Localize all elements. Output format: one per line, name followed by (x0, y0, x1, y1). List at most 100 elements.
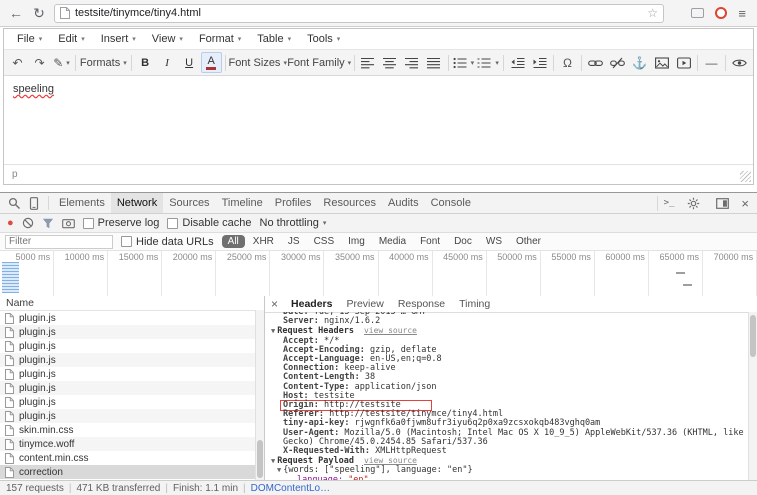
devtools-tab-audits[interactable]: Audits (382, 193, 425, 213)
devtools-tab-resources[interactable]: Resources (317, 193, 382, 213)
menu-item-view[interactable]: View▾ (144, 31, 191, 47)
console-drawer-icon[interactable]: >_ (664, 198, 675, 208)
link-button[interactable] (585, 52, 606, 73)
devtools-tab-console[interactable]: Console (425, 193, 477, 213)
request-row[interactable]: plugin.js (0, 353, 264, 367)
name-column-header[interactable]: Name (0, 296, 264, 311)
request-row[interactable]: plugin.js (0, 325, 264, 339)
requests-scrollbar[interactable] (255, 310, 264, 480)
devtools-tab-elements[interactable]: Elements (53, 193, 111, 213)
bullet-list-button[interactable]: ▾ (452, 52, 476, 73)
request-row[interactable]: plugin.js (0, 311, 264, 325)
anchor-button[interactable]: ⚓ (629, 52, 650, 73)
view-source-link[interactable]: view source (364, 456, 417, 465)
numbered-list-button[interactable]: ▾ (476, 52, 500, 73)
italic-button[interactable]: I (157, 52, 178, 73)
devtools-tab-sources[interactable]: Sources (163, 193, 215, 213)
charmap-button[interactable]: Ω (557, 52, 578, 73)
request-row[interactable]: plugin.js (0, 339, 264, 353)
details-tab-response[interactable]: Response (391, 296, 452, 312)
menu-item-format[interactable]: Format▾ (191, 31, 249, 47)
request-row[interactable]: plugin.js (0, 409, 264, 423)
filter-pill-xhr[interactable]: XHR (247, 235, 280, 248)
preserve-log-checkbox[interactable]: Preserve log (83, 217, 160, 229)
disable-cache-checkbox[interactable]: Disable cache (167, 217, 251, 229)
font-sizes-dropdown[interactable]: Font Sizes▾ (229, 52, 287, 73)
hide-data-urls-checkbox[interactable]: Hide data URLs (121, 236, 214, 248)
media-button[interactable] (673, 52, 694, 73)
details-tab-timing[interactable]: Timing (452, 296, 497, 312)
filter-pill-doc[interactable]: Doc (448, 235, 478, 248)
text-color-button[interactable]: A (201, 52, 222, 73)
bold-button[interactable]: B (135, 52, 156, 73)
inspect-element-icon[interactable] (4, 197, 24, 210)
timeline-overview[interactable]: 5000 ms10000 ms15000 ms20000 ms25000 ms3… (0, 251, 757, 297)
request-row[interactable]: tinymce.woff (0, 437, 264, 451)
filter-input[interactable] (5, 235, 113, 249)
underline-button[interactable]: U (179, 52, 200, 73)
menu-item-tools[interactable]: Tools▾ (299, 31, 348, 47)
undo-button[interactable]: ↶ (7, 52, 28, 73)
back-icon[interactable]: ← (8, 5, 24, 21)
close-devtools-icon[interactable]: × (741, 196, 749, 211)
close-details-icon[interactable]: × (265, 297, 284, 311)
devtools-tab-profiles[interactable]: Profiles (269, 193, 318, 213)
element-path[interactable]: p (12, 169, 18, 180)
filter-pill-all[interactable]: All (222, 235, 245, 248)
request-row[interactable]: plugin.js (0, 367, 264, 381)
image-button[interactable] (651, 52, 672, 73)
horizontal-rule-button[interactable]: — (701, 52, 722, 73)
filter-pill-other[interactable]: Other (510, 235, 547, 248)
font-family-dropdown[interactable]: Font Family▾ (288, 52, 351, 73)
editor-content-area[interactable]: speeling (4, 76, 753, 164)
request-row[interactable]: plugin.js (0, 395, 264, 409)
scrollbar-thumb[interactable] (257, 440, 263, 478)
paste-options-button[interactable]: ✎▾ (51, 52, 72, 73)
formats-dropdown[interactable]: Formats▾ (79, 52, 128, 73)
align-center-button[interactable] (380, 52, 401, 73)
devtools-tab-timeline[interactable]: Timeline (216, 193, 269, 213)
throttling-dropdown[interactable]: No throttling▾ (260, 217, 327, 229)
devtools-tab-network[interactable]: Network (111, 193, 163, 213)
unlink-button[interactable] (607, 52, 628, 73)
filter-pill-ws[interactable]: WS (480, 235, 508, 248)
view-source-link[interactable]: view source (364, 326, 417, 335)
misspelled-word[interactable]: speeling (13, 83, 54, 95)
record-extension-icon[interactable] (715, 7, 727, 19)
align-justify-button[interactable] (424, 52, 445, 73)
menu-item-file[interactable]: File▾ (9, 31, 50, 47)
menu-item-edit[interactable]: Edit▾ (50, 31, 92, 47)
camera-icon[interactable] (62, 218, 75, 229)
outdent-button[interactable] (507, 52, 528, 73)
align-left-button[interactable] (358, 52, 379, 73)
device-toolbar-icon[interactable] (24, 197, 44, 210)
request-row[interactable]: plugin.js (0, 381, 264, 395)
clear-icon[interactable] (22, 217, 34, 229)
filter-pill-js[interactable]: JS (282, 235, 306, 248)
details-scrollbar[interactable] (748, 312, 757, 480)
menu-item-insert[interactable]: Insert▾ (93, 31, 144, 47)
filter-pill-css[interactable]: CSS (308, 235, 341, 248)
filter-pill-media[interactable]: Media (373, 235, 412, 248)
bookmark-star-icon[interactable]: ☆ (647, 6, 658, 20)
request-row[interactable]: correction (0, 465, 264, 479)
details-tab-preview[interactable]: Preview (339, 296, 390, 312)
filter-pill-img[interactable]: Img (342, 235, 371, 248)
indent-button[interactable] (529, 52, 550, 73)
dock-side-icon[interactable] (712, 198, 732, 209)
address-bar[interactable]: testsite/tinymce/tiny4.html ☆ (54, 4, 664, 23)
reload-icon[interactable]: ↻ (31, 5, 47, 21)
scrollbar-thumb[interactable] (750, 315, 756, 357)
browser-menu-icon[interactable]: ≡ (738, 6, 746, 21)
settings-gear-icon[interactable] (683, 197, 703, 210)
filter-funnel-icon[interactable] (42, 218, 54, 229)
preview-button[interactable] (729, 52, 750, 73)
resize-grip[interactable] (740, 171, 751, 182)
request-row[interactable]: skin.min.css (0, 423, 264, 437)
details-tab-headers[interactable]: Headers (284, 296, 339, 312)
filter-pill-font[interactable]: Font (414, 235, 446, 248)
menu-item-table[interactable]: Table▾ (249, 31, 299, 47)
align-right-button[interactable] (402, 52, 423, 73)
redo-button[interactable]: ↷ (29, 52, 50, 73)
record-network-log-icon[interactable]: ● (7, 218, 14, 229)
